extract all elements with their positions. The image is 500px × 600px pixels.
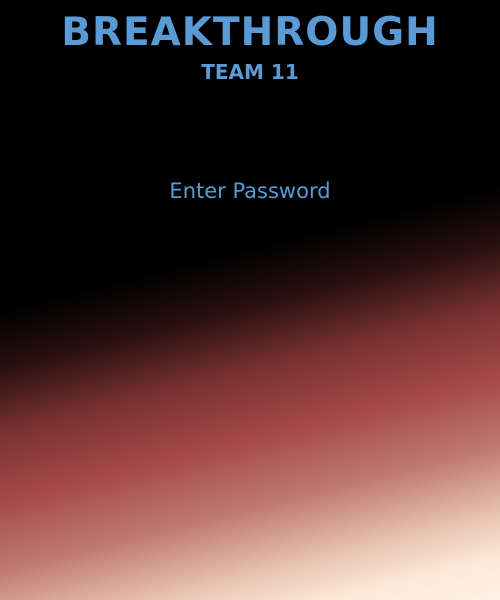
password-prompt[interactable]: Enter Password — [0, 178, 500, 204]
background-gradient — [0, 0, 500, 600]
login-screen: BREAKTHROUGH TEAM 11 Enter Password — [0, 0, 500, 600]
team-name: TEAM 11 — [201, 60, 299, 84]
header: BREAKTHROUGH TEAM 11 — [0, 10, 500, 84]
app-title: BREAKTHROUGH — [61, 10, 439, 55]
